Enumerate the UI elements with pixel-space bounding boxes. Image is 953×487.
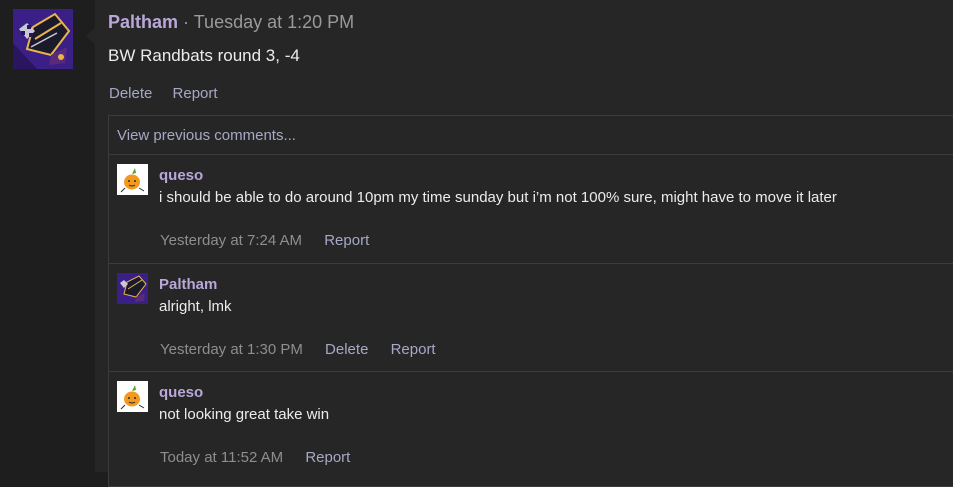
comment-item: queso not looking great take win Today a… [109,371,953,487]
left-gutter [0,0,95,472]
header-separator: · [183,12,190,32]
comment-item: queso i should be able to do around 10pm… [109,154,953,263]
view-previous-comments-link[interactable]: View previous comments... [117,127,296,144]
post-pointer [86,28,95,44]
post-text: BW Randbats round 3, -4 [108,46,300,65]
post-header: Paltham · Tuesday at 1:20 PM [108,12,354,33]
report-comment-button[interactable]: Report [305,449,350,466]
avatar[interactable] [117,164,148,195]
report-comment-button[interactable]: Report [324,232,369,249]
avatar[interactable] [117,273,148,304]
comment-meta: Yesterday at 1:30 PM Delete Report [160,341,454,358]
report-comment-button[interactable]: Report [391,341,436,358]
comment-text: i should be able to do around 10pm my ti… [159,189,837,206]
comments-section: View previous comments... queso i should… [108,115,953,487]
post-author[interactable]: Paltham [108,12,178,32]
post-actions: Delete Report [109,85,234,102]
orange-mascot-avatar-icon [117,164,148,195]
report-post-button[interactable]: Report [173,85,218,102]
avatar[interactable] [117,381,148,412]
comment-time[interactable]: Yesterday at 1:30 PM [160,341,303,358]
comment-meta: Yesterday at 7:24 AM Report [160,232,387,249]
comment-item: Paltham alright, lmk Yesterday at 1:30 P… [109,263,953,372]
comment-author[interactable]: queso [159,167,203,184]
paltham-avatar-icon [13,9,73,69]
comment-time[interactable]: Yesterday at 7:24 AM [160,232,302,249]
comment-time[interactable]: Today at 11:52 AM [160,449,283,466]
delete-comment-button[interactable]: Delete [325,341,368,358]
orange-mascot-avatar-icon [117,381,148,412]
post-time[interactable]: Tuesday at 1:20 PM [194,12,354,32]
comment-author[interactable]: queso [159,384,203,401]
comment-text: alright, lmk [159,298,232,315]
comment-meta: Today at 11:52 AM Report [160,449,368,466]
paltham-avatar-icon [117,273,148,304]
avatar[interactable] [13,9,73,69]
delete-post-button[interactable]: Delete [109,85,152,102]
comment-author[interactable]: Paltham [159,276,217,293]
comment-text: not looking great take win [159,406,330,423]
